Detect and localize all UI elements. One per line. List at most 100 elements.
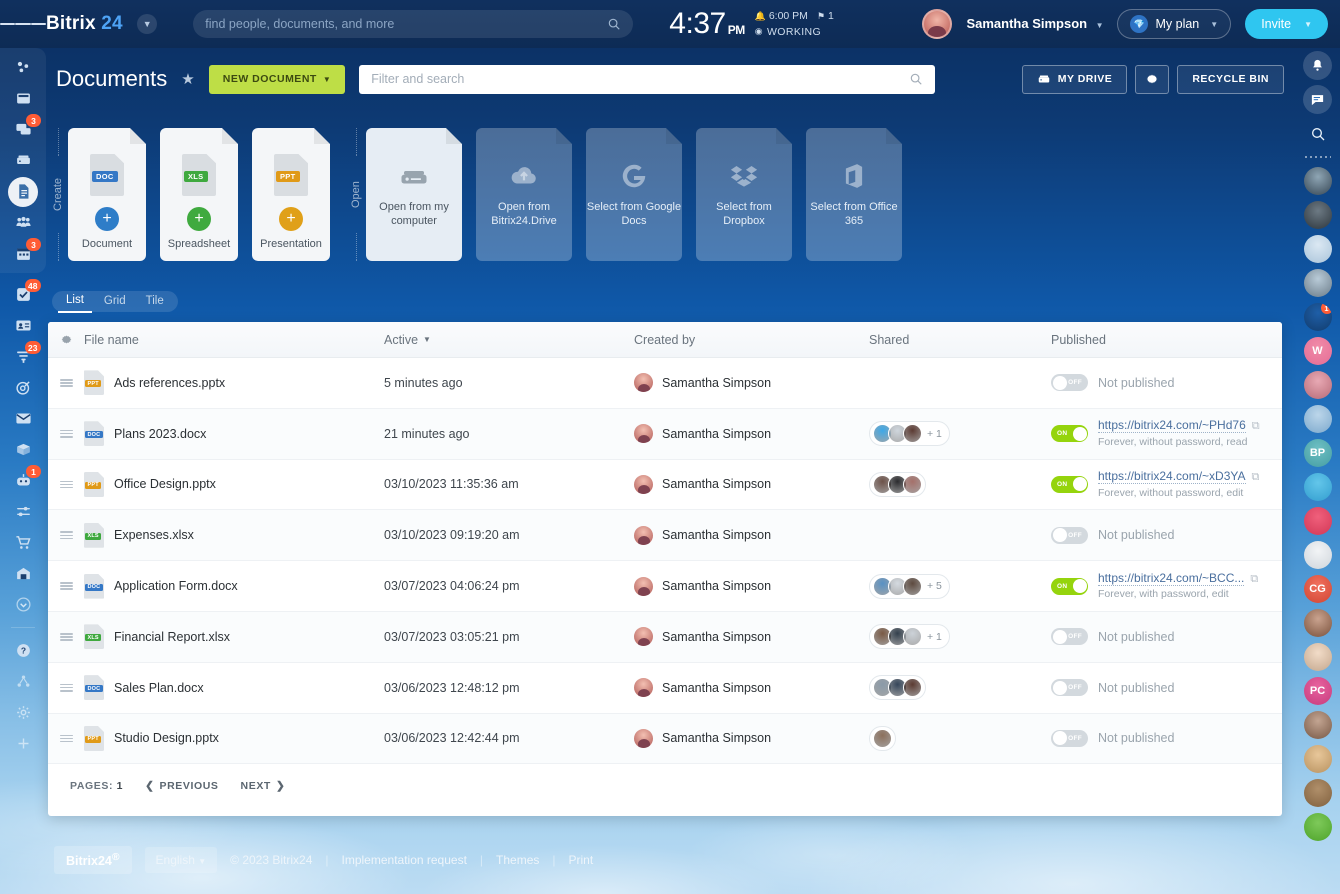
column-header-file-name[interactable]: File name (84, 333, 384, 347)
settings-button[interactable] (1135, 65, 1169, 94)
filter-search[interactable] (359, 65, 935, 94)
file-name-link[interactable]: Application Form.docx (114, 579, 238, 593)
avatar-contact-2[interactable] (1304, 201, 1332, 229)
sidebar-item-company[interactable] (0, 558, 46, 589)
avatar-calendar-1[interactable] (1304, 779, 1332, 807)
search-icon[interactable] (1303, 119, 1332, 148)
avatar-contact-cg[interactable]: CG (1304, 575, 1332, 603)
invite-button[interactable]: Invite ▼ (1245, 9, 1328, 39)
open-card-google-docs[interactable]: Select from Google Docs (586, 128, 682, 261)
avatar-contact-14[interactable] (1304, 745, 1332, 773)
avatar-contact-4[interactable] (1304, 269, 1332, 297)
publish-toggle[interactable]: OFF (1051, 628, 1088, 645)
avatar-contact-bp[interactable]: BP (1304, 439, 1332, 467)
sidebar-item-target[interactable] (0, 372, 46, 403)
column-header-created-by[interactable]: Created by (634, 333, 869, 347)
sidebar-item-crm-funnel[interactable]: 23 (0, 341, 46, 372)
shared-avatar-group[interactable] (869, 472, 926, 497)
column-header-published[interactable]: Published (1051, 333, 1282, 347)
drag-handle-icon[interactable] (48, 530, 84, 541)
sidebar-item-share[interactable] (0, 666, 46, 697)
avatar[interactable] (634, 424, 653, 443)
file-name-link[interactable]: Financial Report.xlsx (114, 630, 230, 644)
file-name-link[interactable]: Studio Design.pptx (114, 731, 219, 745)
table-row[interactable]: DOCPlans 2023.docx21 minutes agoSamantha… (48, 409, 1282, 460)
avatar-contact-w[interactable]: W (1304, 337, 1332, 365)
sidebar-item-settings-sliders[interactable] (0, 496, 46, 527)
sidebar-item-tasks[interactable]: 48 (0, 279, 46, 310)
work-status[interactable]: ◉ WORKING (755, 24, 834, 40)
next-page-button[interactable]: NEXT ❯ (241, 780, 286, 792)
shared-avatar-group[interactable]: + 1 (869, 624, 950, 649)
global-search-input[interactable] (205, 17, 607, 31)
avatar-contact-8[interactable] (1304, 473, 1332, 501)
column-header-shared[interactable]: Shared (869, 333, 1051, 347)
open-card-office365[interactable]: Select from Office 365 (806, 128, 902, 261)
table-row[interactable]: DOCApplication Form.docx03/07/2023 04:06… (48, 561, 1282, 612)
open-card-bitrix-drive[interactable]: Open from Bitrix24.Drive (476, 128, 572, 261)
shared-avatar-group[interactable] (869, 675, 926, 700)
avatar[interactable] (634, 526, 653, 545)
table-row[interactable]: DOCSales Plan.docx03/06/2023 12:48:12 pm… (48, 663, 1282, 714)
my-drive-button[interactable]: MY DRIVE (1022, 65, 1128, 94)
tab-list[interactable]: List (58, 290, 92, 313)
drag-handle-icon[interactable] (48, 428, 84, 439)
shared-avatar-group[interactable]: + 1 (869, 421, 950, 446)
sidebar-item-cart[interactable] (0, 527, 46, 558)
open-card-my-computer[interactable]: Open from my computer (366, 128, 462, 261)
implementation-request-link[interactable]: Implementation request (342, 853, 467, 867)
avatar-group-chat[interactable]: 1 (1304, 303, 1332, 331)
print-link[interactable]: Print (569, 853, 594, 867)
publish-toggle[interactable]: OFF (1051, 679, 1088, 696)
column-settings-gear-icon[interactable] (48, 333, 84, 346)
copy-icon[interactable]: ⧉ (1252, 420, 1260, 432)
table-row[interactable]: PPTAds references.pptx5 minutes agoSaman… (48, 358, 1282, 409)
table-row[interactable]: PPTOffice Design.pptx03/10/2023 11:35:36… (48, 460, 1282, 511)
sidebar-item-help[interactable]: ? (0, 635, 46, 666)
sidebar-item-calendar[interactable]: 3 (0, 238, 46, 269)
tab-grid[interactable]: Grid (96, 291, 134, 312)
avatar-contact-6[interactable] (1304, 371, 1332, 399)
file-name-link[interactable]: Sales Plan.docx (114, 681, 204, 695)
avatar-contact-11[interactable] (1304, 609, 1332, 637)
new-document-button[interactable]: NEW DOCUMENT ▼ (209, 65, 346, 94)
filter-search-input[interactable] (371, 72, 909, 86)
sidebar-item-gear[interactable] (0, 697, 46, 728)
publish-toggle[interactable]: ON (1051, 578, 1088, 595)
sidebar-item-groups[interactable] (0, 207, 46, 238)
themes-link[interactable]: Themes (496, 853, 539, 867)
language-selector[interactable]: English ▼ (145, 847, 218, 873)
sidebar-item-news[interactable] (0, 83, 46, 114)
sidebar-item-automation[interactable]: 1 (0, 465, 46, 496)
sidebar-item-chat[interactable]: 3 (0, 114, 46, 145)
sidebar-item-mail[interactable] (0, 403, 46, 434)
previous-page-button[interactable]: ❮ PREVIOUS (145, 780, 218, 792)
avatar[interactable] (634, 729, 653, 748)
bell-icon[interactable] (1303, 51, 1332, 80)
drag-handle-icon[interactable] (48, 581, 84, 592)
create-card-document[interactable]: DOC + Document (68, 128, 146, 261)
copy-icon[interactable]: ⧉ (1250, 573, 1258, 585)
avatar-contact-13[interactable] (1304, 711, 1332, 739)
sidebar-item-sites[interactable] (0, 52, 46, 83)
table-row[interactable]: PPTStudio Design.pptx03/06/2023 12:42:44… (48, 714, 1282, 765)
user-menu[interactable]: Samantha Simpson ▼ (966, 15, 1103, 33)
file-name-link[interactable]: Expenses.xlsx (114, 528, 194, 542)
favorite-star-icon[interactable]: ★ (181, 70, 194, 88)
drag-handle-icon[interactable] (48, 377, 84, 388)
avatar-contact-9[interactable] (1304, 507, 1332, 535)
avatar[interactable] (634, 373, 653, 392)
publish-toggle[interactable]: ON (1051, 476, 1088, 493)
sidebar-item-documents[interactable] (0, 176, 46, 207)
avatar[interactable] (922, 9, 952, 39)
sidebar-item-more[interactable] (0, 589, 46, 620)
file-name-link[interactable]: Ads references.pptx (114, 376, 225, 390)
published-url[interactable]: https://bitrix24.com/~xD3YA (1098, 469, 1246, 484)
avatar[interactable] (634, 627, 653, 646)
column-header-active[interactable]: Active ▼ (384, 333, 634, 347)
avatar-contact-3[interactable] (1304, 235, 1332, 263)
avatar[interactable] (634, 678, 653, 697)
avatar[interactable] (634, 577, 653, 596)
table-row[interactable]: XLSFinancial Report.xlsx03/07/2023 03:05… (48, 612, 1282, 663)
shared-avatar-group[interactable] (869, 726, 896, 751)
